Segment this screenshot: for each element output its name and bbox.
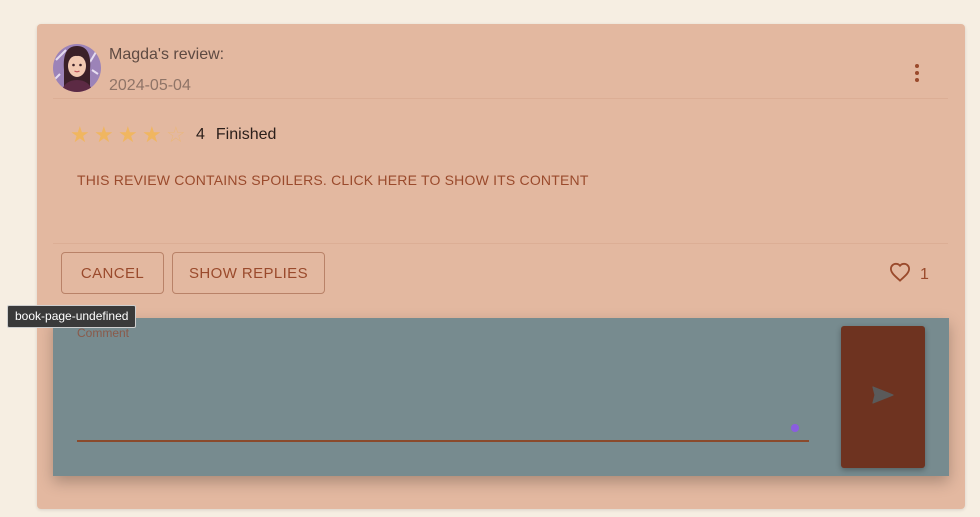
reading-status: Finished	[215, 126, 277, 143]
send-button[interactable]	[841, 326, 925, 468]
spoiler-reveal-link[interactable]: THIS REVIEW CONTAINS SPOILERS. CLICK HER…	[77, 172, 589, 188]
review-header: Magda's review: 2024-05-04	[52, 40, 930, 100]
cancel-button[interactable]: CANCEL	[61, 252, 164, 294]
star-icon: ★	[70, 122, 90, 147]
heart-outline-icon	[889, 262, 911, 287]
comment-underline	[77, 440, 809, 442]
star-outline-icon: ☆	[166, 122, 186, 147]
show-replies-button[interactable]: SHOW REPLIES	[172, 252, 325, 294]
review-date: 2024-05-04	[109, 77, 191, 94]
divider	[53, 243, 948, 244]
like-button[interactable]: 1	[889, 262, 929, 287]
send-icon	[872, 385, 894, 409]
rating-value: 4	[196, 126, 205, 143]
more-vert-icon[interactable]	[904, 60, 930, 86]
review-author: Magda's review:	[109, 46, 225, 63]
likes-count: 1	[920, 265, 929, 283]
star-icon: ★	[94, 122, 114, 147]
avatar	[52, 40, 102, 98]
comment-input[interactable]	[77, 344, 809, 442]
divider	[53, 98, 948, 99]
tooltip: book-page-undefined	[7, 305, 137, 328]
comment-label: Comment	[77, 326, 130, 340]
star-icon: ★	[142, 122, 162, 147]
cursor-indicator	[791, 424, 799, 432]
comment-form: Comment	[53, 318, 949, 476]
review-card: Magda's review: 2024-05-04 ★ ★ ★ ★ ☆ 4 F…	[37, 24, 965, 509]
rating-row: ★ ★ ★ ★ ☆ 4 Finished	[70, 123, 276, 147]
star-icon: ★	[118, 122, 138, 147]
